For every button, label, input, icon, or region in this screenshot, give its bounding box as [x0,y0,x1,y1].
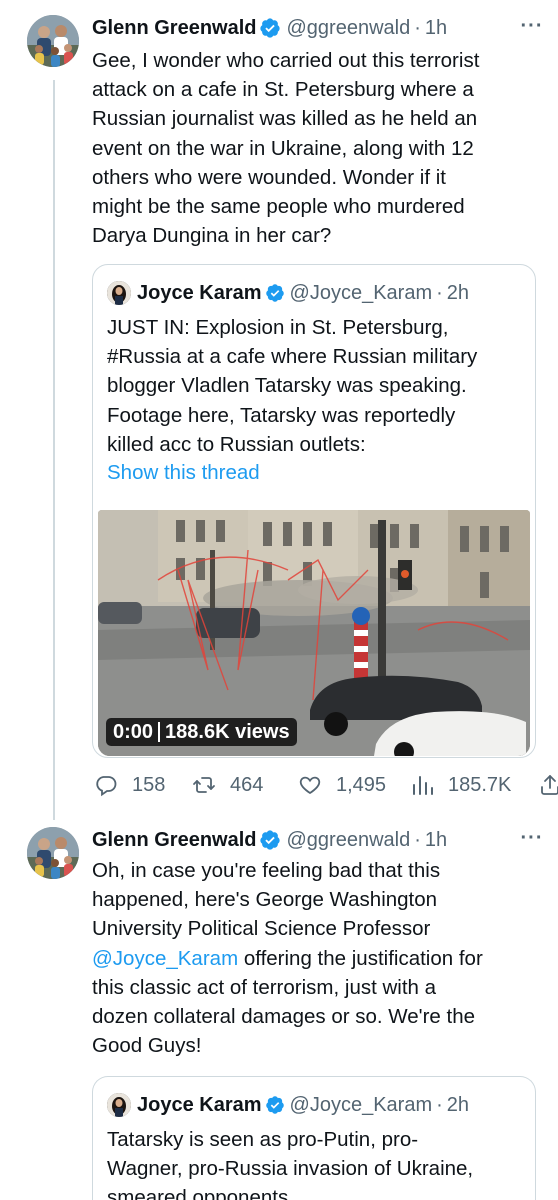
tweet-header: Glenn Greenwald @ggreenwald · 1h [92,14,542,42]
tweet-text-fragment: offering the justification for [238,946,483,970]
heart-icon [298,773,322,797]
timestamp[interactable]: 1h [425,829,447,852]
quoted-tweet-header: Joyce Karam @Joyce_Karam · 2h [107,1091,469,1119]
video-time: 0:00 [113,720,154,743]
quoted-tweet[interactable]: Joyce Karam @Joyce_Karam · 2h Tatarsky i… [92,1076,536,1200]
separator-dot: · [414,16,421,39]
quoted-tweet-header: Joyce Karam @Joyce_Karam · 2h [107,279,469,307]
author-handle[interactable]: @ggreenwald [286,829,410,852]
quoted-text-line: #Russia at a cafe where Russian military [107,345,478,369]
quoted-avatar [107,281,131,305]
verified-badge-icon [265,1095,285,1115]
analytics-icon [410,773,434,797]
like-count: 1,495 [336,773,387,796]
tweet-text-line: Oh, in case you're feeling bad that this [92,859,441,882]
video-views: 188.6K views [165,720,290,743]
quoted-author-name: Joyce Karam [137,281,262,304]
more-options-icon[interactable]: ··· [518,826,546,850]
reply-icon [94,773,118,797]
tweet-header: Glenn Greenwald @ggreenwald · 1h [92,826,542,854]
tweet-text: Gee, I wonder who carried out this terro… [92,46,532,250]
quoted-tweet-text: Tatarsky is seen as pro-Putin, pro- Wagn… [107,1125,527,1200]
quoted-text-line: Wagner, pro-Russia invasion of Ukraine, [107,1157,474,1181]
quoted-timestamp: 2h [446,281,470,304]
tweet-text-line: dozen collateral damages or so. We're th… [92,1005,475,1029]
verified-badge-icon [259,17,281,39]
views-button[interactable]: 185.7K [410,773,511,797]
quoted-tweet-text: JUST IN: Explosion in St. Petersburg, #R… [107,313,527,459]
reply-count: 158 [132,773,166,796]
views-count: 185.7K [448,773,512,796]
quoted-avatar [107,1093,131,1117]
author-name[interactable]: Glenn Greenwald [92,17,256,40]
tweet-text-line: attack on a cafe in St. Petersburg where… [92,78,474,102]
quoted-text-line: blogger Vladlen Tatarsky was speaking. [107,374,467,398]
avatar[interactable] [27,827,79,879]
quoted-author-handle: @Joyce_Karam [289,1093,433,1116]
timestamp[interactable]: 1h [425,17,447,40]
share-icon [538,773,558,797]
retweet-button[interactable]: 464 [192,773,263,797]
tweet-text-line: happened, here's George Washington [92,888,438,912]
video-duration-badge: 0:00 188.6K views [106,718,297,746]
author-handle[interactable]: @ggreenwald [286,17,410,40]
quoted-text-line: Footage here, Tatarsky was reportedly [107,403,456,427]
tweet-text-line: this classic act of terrorism, just with… [92,975,437,999]
quoted-tweet[interactable]: Joyce Karam @Joyce_Karam · 2h JUST IN: E… [92,264,536,758]
quoted-timestamp: 2h [446,1093,470,1116]
tweet-actions: 158 464 1,495 185.7K [92,768,558,802]
tweet-text: Oh, in case you're feeling bad that this… [92,856,532,1060]
tweet-text-line: @Joyce_Karam offering the justification … [92,944,532,973]
quoted-text-line: smeared opponents [107,1186,289,1200]
tweet-text-line: Darya Dungina in her car? [92,224,332,248]
retweet-count: 464 [230,773,264,796]
verified-badge-icon [259,829,281,851]
tweet-text-line: event on the war in Ukraine, along with … [92,136,474,160]
tweet-text-line: University Political Science Professor [92,917,431,941]
separator-dot: · [414,828,421,851]
share-button[interactable] [538,773,558,797]
more-options-icon[interactable]: ··· [518,14,546,38]
tweet-text-line: Good Guys! [92,1034,202,1058]
like-button[interactable]: 1,495 [298,773,386,797]
tweet-text-line: Gee, I wonder who carried out this terro… [92,49,480,72]
separator-dot: · [436,1093,443,1116]
quoted-text-line: Tatarsky is seen as pro-Putin, pro- [107,1128,419,1151]
avatar[interactable] [27,15,79,67]
separator-dot: · [436,281,443,304]
mention-link[interactable]: @Joyce_Karam [92,947,238,970]
quoted-text-line: JUST IN: Explosion in St. Petersburg, [107,316,449,339]
video-player[interactable]: 0:00 188.6K views [98,510,530,756]
badge-divider [158,722,161,742]
thread-connector-line [53,80,55,820]
quoted-author-handle: @Joyce_Karam [289,281,433,304]
tweet-text-line: might be the same people who murdered [92,195,465,219]
retweet-icon [192,773,216,797]
verified-badge-icon [265,283,285,303]
author-name[interactable]: Glenn Greenwald [92,829,256,852]
tweet-text-line: Russian journalist was killed as he held… [92,107,478,131]
reply-button[interactable]: 158 [94,773,165,797]
quoted-text-line: killed acc to Russian outlets: [107,432,366,456]
show-thread-link[interactable]: Show this thread [107,461,260,485]
tweet-text-line: others who were wounded. Wonder if it [92,165,447,189]
quoted-author-name: Joyce Karam [137,1093,262,1116]
